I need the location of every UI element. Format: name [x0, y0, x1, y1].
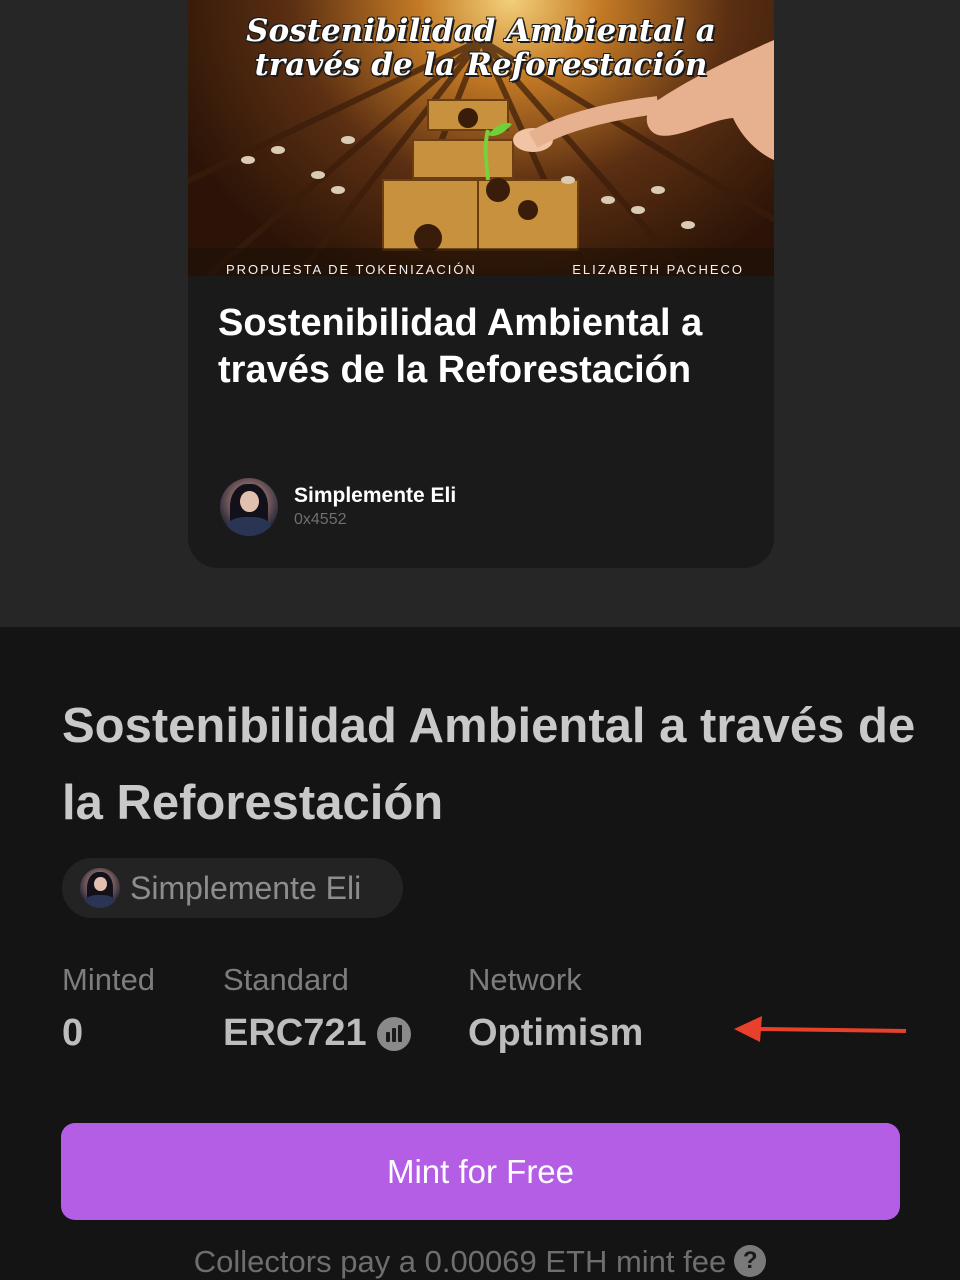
creator-pill[interactable]: Simplemente Eli [62, 858, 403, 918]
help-icon[interactable]: ? [734, 1245, 767, 1277]
nft-preview-area: Sostenibilidad Ambiental a través de la … [0, 0, 960, 627]
mint-button[interactable]: Mint for Free [61, 1123, 900, 1220]
annotation-arrow [734, 1016, 907, 1042]
card-title: Sostenibilidad Ambiental a través de la … [218, 302, 703, 391]
cover-image: Sostenibilidad Ambiental a través de la … [188, 0, 774, 276]
page-title: Sostenibilidad Ambiental a través de la … [62, 699, 916, 830]
network-label: Network [468, 962, 582, 997]
minted-label: Minted [62, 962, 156, 997]
cover-title: Sostenibilidad Ambiental a través de la … [246, 13, 716, 83]
author-name[interactable]: Simplemente Eli [294, 484, 456, 508]
stat-minted: Minted 0 [62, 962, 155, 1055]
stat-network: Network Optimism [468, 962, 643, 1055]
stat-standard: Standard ERC721 [223, 962, 411, 1055]
creator-avatar [80, 868, 120, 908]
cover-footer-right: ELIZABETH PACHECO [572, 262, 744, 276]
cover-footer: PROPUESTA DE TOKENIZACIÓN ELIZABETH PACH… [188, 262, 774, 276]
minted-count: 0 [62, 1012, 84, 1054]
network-text: Optimism [468, 1012, 644, 1054]
author-avatar[interactable] [220, 478, 278, 536]
network-value: Optimism [468, 1012, 643, 1055]
fee-note-text: Collectors pay a 0.00069 ETH mint fee [193, 1244, 727, 1279]
cover-footer-left: PROPUESTA DE TOKENIZACIÓN [226, 262, 477, 276]
author-address: 0x4552 [294, 511, 347, 528]
card-author[interactable]: Simplemente Eli 0x4552 [220, 478, 620, 536]
creator-name: Simplemente Eli [130, 870, 362, 906]
minted-value: 0 [62, 1012, 155, 1055]
standard-label: Standard [223, 962, 349, 997]
etherscan-icon[interactable] [376, 1016, 411, 1051]
standard-text: ERC721 [223, 1012, 367, 1054]
nft-card[interactable]: Sostenibilidad Ambiental a través de la … [188, 0, 774, 568]
fee-note: Collectors pay a 0.00069 ETH mint fee? [0, 1244, 960, 1280]
standard-value: ERC721 [223, 1012, 411, 1055]
